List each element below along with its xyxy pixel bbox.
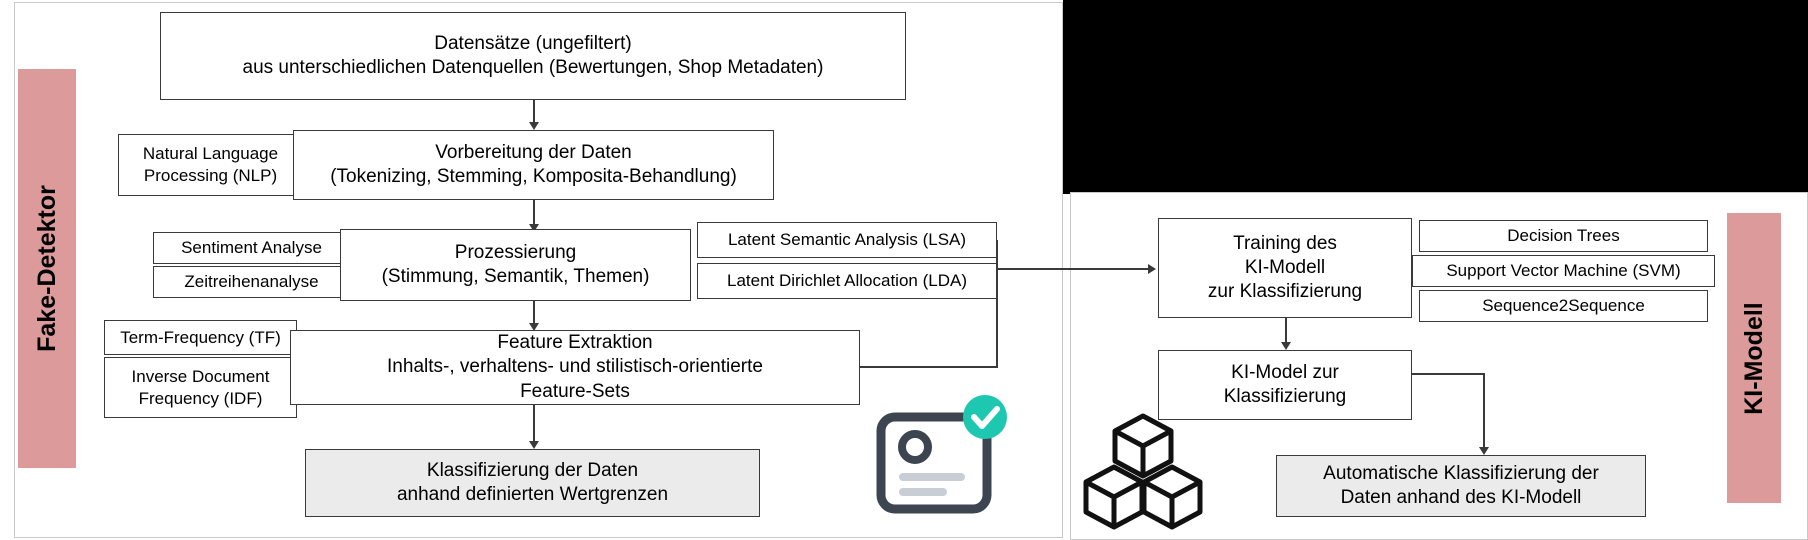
side-label-fake-detektor: Fake-Detektor (18, 69, 76, 468)
box-lsa-line1: Latent Semantic Analysis (LSA) (727, 230, 967, 250)
box-klassifizierung-line1: Klassifizierung der Daten (426, 459, 639, 481)
side-label-ki-modell-text: KI-Modell (1739, 301, 1768, 415)
box-nlp-line2: Processing (NLP) (143, 166, 278, 185)
box-vorbereitung-line2: (Tokenizing, Stemming, Komposita-Behandl… (330, 166, 737, 187)
box-idf-line2: Frequency (IDF) (138, 388, 263, 408)
side-label-ki-modell: KI-Modell (1727, 213, 1781, 503)
diagram-canvas: Fake-Detektor KI-Modell Datensätze (unge… (0, 0, 1808, 540)
box-support-vector-machine: Support Vector Machine (SVM) (1412, 255, 1715, 287)
box-nlp-line1: Natural Language (142, 144, 279, 164)
connector-ki-model-horizontal (1412, 373, 1484, 375)
box-sentiment-analyse-line1: Sentiment Analyse (181, 238, 322, 258)
box-nlp: Natural Language Processing (NLP) (118, 134, 303, 196)
box-automatische-klassifizierung: Automatische Klassifizierung der Daten a… (1276, 455, 1646, 517)
box-idf-line1: Inverse Document (131, 366, 270, 386)
box-prozessierung-line2: (Stimmung, Semantik, Themen) (381, 266, 650, 287)
box-vorbereitung: Vorbereitung der Daten (Tokenizing, Stem… (293, 130, 774, 200)
id-card-check-icon (876, 395, 1007, 514)
box-prozessierung: Prozessierung (Stimmung, Semantik, Theme… (340, 229, 691, 301)
box-training-line3: zur Klassifizierung (1207, 281, 1363, 303)
black-background-block (1063, 0, 1808, 194)
box-datensaetze: Datensätze (ungefiltert) aus unterschied… (160, 12, 906, 100)
box-datensaetze-line1: Datensätze (ungefiltert) (434, 32, 632, 54)
box-seq2seq-line1: Sequence2Sequence (1482, 296, 1645, 316)
connector-feature-right-horizontal (860, 366, 998, 368)
box-training-line2: KI-Modell (1244, 256, 1326, 278)
box-klassifizierung-line2: anhand definierten Wertgrenzen (396, 484, 669, 505)
box-sequence2sequence: Sequence2Sequence (1419, 290, 1708, 322)
box-zeitreihenanalyse: Zeitreihenanalyse (153, 266, 350, 298)
box-decision-trees: Decision Trees (1419, 220, 1708, 252)
cubes-icon (1083, 413, 1203, 530)
box-auto-klassifizierung-line2: Daten anhand des KI-Modell (1340, 487, 1582, 508)
box-term-frequency: Term-Frequency (TF) (104, 320, 297, 355)
box-klassifizierung-der-daten: Klassifizierung der Daten anhand definie… (305, 449, 760, 517)
box-vorbereitung-line1: Vorbereitung der Daten (435, 141, 632, 163)
box-datensaetze-line2: aus unterschiedlichen Datenquellen (Bewe… (242, 57, 824, 78)
box-training-ki-modell: Training des KI-Modell zur Klassifizieru… (1158, 218, 1412, 318)
box-feature-extraktion: Feature Extraktion Inhalts-, verhaltens-… (290, 330, 860, 405)
side-label-fake-detektor-text: Fake-Detektor (32, 185, 61, 352)
box-prozessierung-line1: Prozessierung (454, 241, 577, 263)
box-feature-extraktion-line1: Feature Extraktion (497, 332, 653, 354)
box-feature-extraktion-line3: Feature-Sets (520, 380, 630, 402)
box-decision-trees-line1: Decision Trees (1507, 226, 1620, 246)
box-inverse-document-frequency: Inverse Document Frequency (IDF) (104, 357, 297, 418)
box-auto-klassifizierung-line1: Automatische Klassifizierung der (1323, 462, 1599, 484)
box-lda-line1: Latent Dirichlet Allocation (LDA) (726, 271, 967, 291)
box-svm-line1: Support Vector Machine (SVM) (1446, 261, 1681, 281)
box-sentiment-analyse: Sentiment Analyse (153, 232, 350, 264)
box-lda: Latent Dirichlet Allocation (LDA) (697, 263, 997, 299)
box-ki-model-line1: KI-Model zur (1231, 361, 1339, 383)
box-feature-extraktion-line2: Inhalts-, verhaltens- und stilistisch-or… (387, 356, 763, 378)
box-training-line1: Training des (1233, 232, 1337, 254)
box-term-frequency-line1: Term-Frequency (TF) (120, 327, 281, 347)
box-zeitreihenanalyse-line1: Zeitreihenanalyse (184, 272, 319, 292)
box-lsa: Latent Semantic Analysis (LSA) (697, 222, 997, 258)
box-ki-model-zur-klassifizierung: KI-Model zur Klassifizierung (1158, 350, 1412, 420)
box-ki-model-line2: Klassifizierung (1223, 386, 1347, 407)
connector-lsa-lda-vertical (996, 240, 998, 368)
